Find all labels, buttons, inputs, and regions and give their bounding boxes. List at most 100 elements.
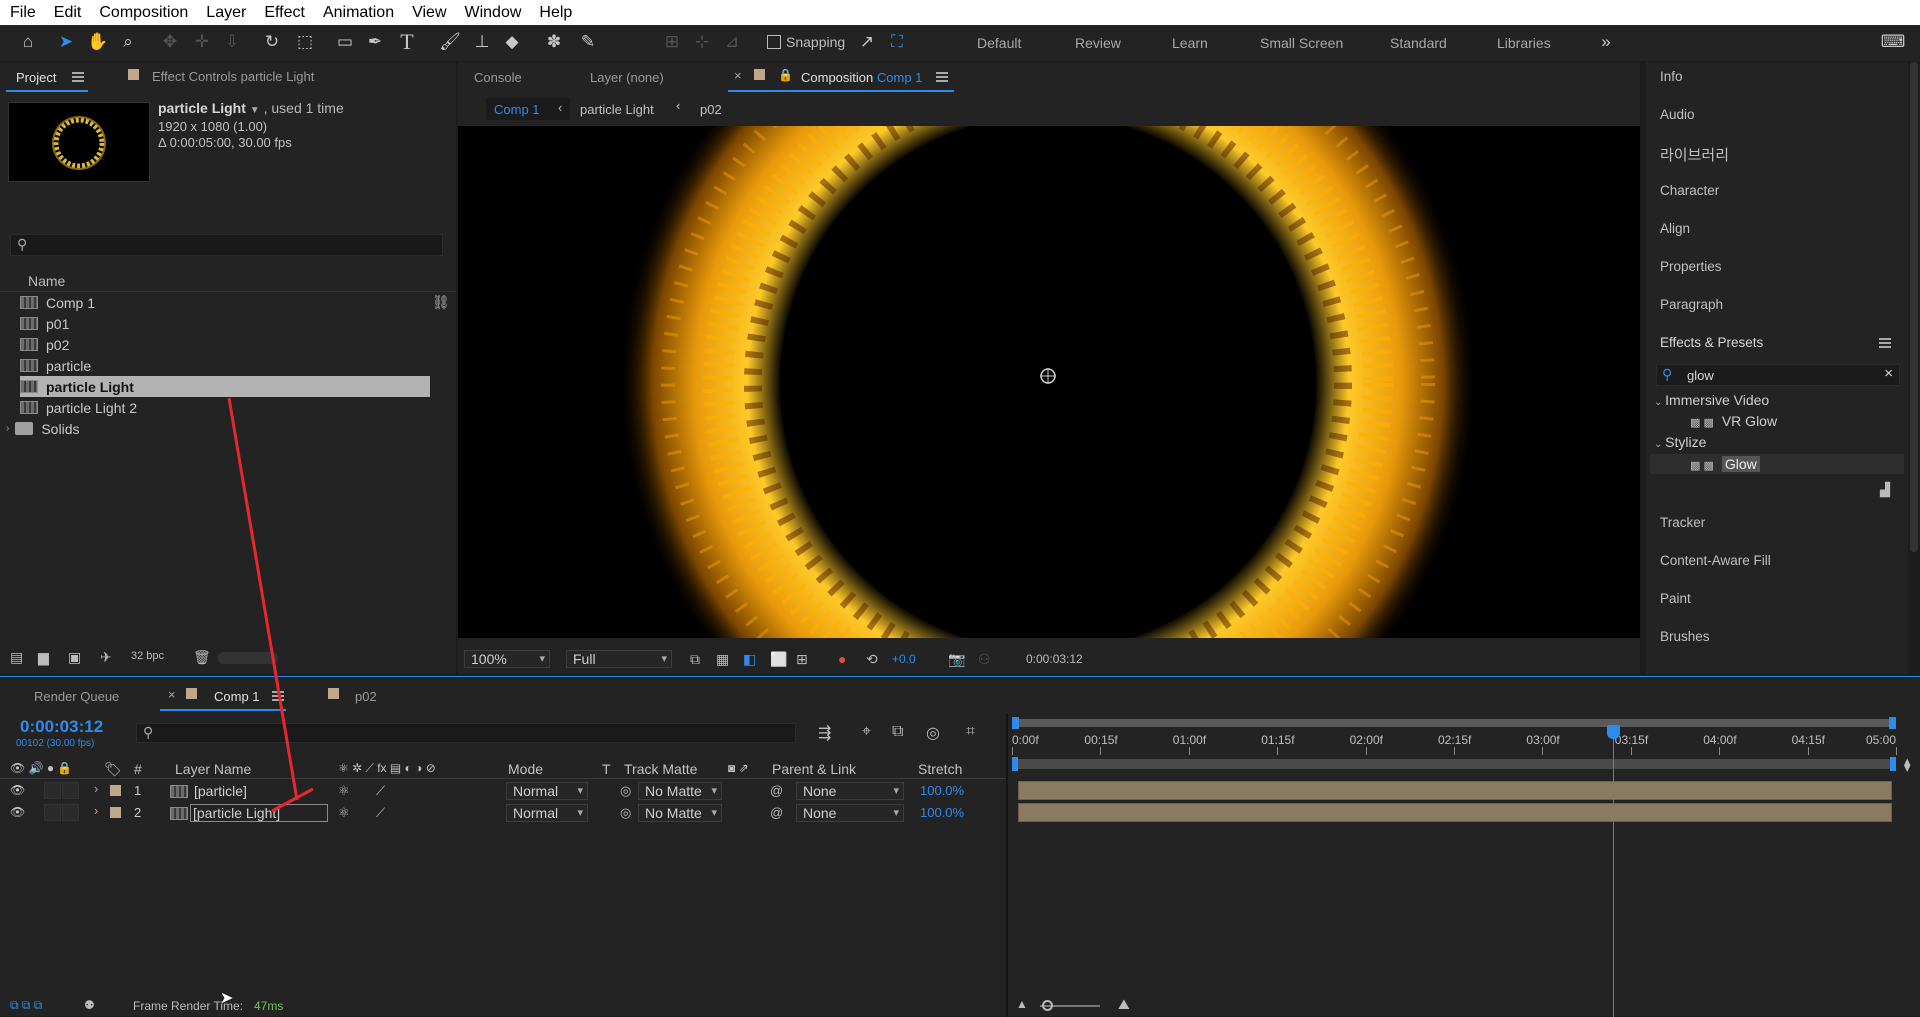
work-area-bar[interactable] <box>1012 719 1896 727</box>
menu-help[interactable]: Help <box>530 4 581 22</box>
menu-window[interactable]: Window <box>456 4 531 22</box>
transparency-grid-icon[interactable]: ▦ <box>716 651 729 668</box>
parent-pickwhip-icon[interactable]: @ <box>770 783 783 798</box>
resolution-dropdown[interactable]: Full <box>566 650 672 668</box>
audio-panel-tab[interactable]: Audio <box>1660 107 1900 122</box>
matte-link-icon[interactable]: ◎ <box>620 783 631 799</box>
parent-pickwhip-icon[interactable]: @ <box>770 805 783 820</box>
thumbnail-slider[interactable] <box>218 652 278 664</box>
effects-presets-title[interactable]: Effects & Presets <box>1660 335 1900 350</box>
zoom-tool-icon[interactable]: ⌕ <box>118 32 138 52</box>
pan-tool-icon[interactable]: ✛ <box>192 32 212 52</box>
exposure-value[interactable]: +0.0 <box>892 652 916 666</box>
matte-link-icon[interactable]: ◎ <box>620 805 631 821</box>
menu-edit[interactable]: Edit <box>45 4 91 22</box>
table-row[interactable]: 👁 › 2 [particle Light] ⚛ ⟋ Normal ◎ No M… <box>0 803 1008 823</box>
home-icon[interactable]: ⌂ <box>18 32 38 52</box>
timeline-zoom-handle[interactable] <box>1042 1000 1053 1011</box>
layer-2-clip-bar[interactable] <box>1018 803 1892 822</box>
right-panel-scrollbar[interactable] <box>1910 62 1918 552</box>
layer-label-swatch[interactable] <box>110 785 121 796</box>
effect-glow[interactable]: ▩ ▩ Glow <box>1690 456 1760 472</box>
col-layer-name[interactable]: Layer Name <box>175 761 251 777</box>
layer-name[interactable]: [particle Light] <box>190 804 328 822</box>
work-area-start-handle[interactable] <box>1012 717 1019 729</box>
audio-switch[interactable] <box>44 782 61 799</box>
fast-previews-icon[interactable]: ⧉ <box>690 651 700 668</box>
timeline-timecode[interactable]: 0:00:03:12 <box>20 717 103 737</box>
show-snapshot-icon[interactable]: ⚇ <box>978 651 991 668</box>
project-item-solids[interactable]: › Solids <box>6 418 416 439</box>
menu-file[interactable]: File <box>0 4 45 22</box>
timeline-p02-tab[interactable]: p02 <box>355 689 377 704</box>
project-column-name[interactable]: Name <box>28 273 65 289</box>
region-of-interest-icon[interactable]: ⬜ <box>770 651 787 668</box>
layer-mode-dropdown[interactable]: Normal <box>506 804 588 822</box>
project-item-p02[interactable]: p02 <box>20 334 430 355</box>
zoom-out-icon[interactable]: ▲ <box>1016 997 1028 1011</box>
graph-editor-icon[interactable]: ⌗ <box>966 723 975 741</box>
menu-layer[interactable]: Layer <box>197 4 255 22</box>
type-tool-icon[interactable]: T <box>397 29 417 54</box>
draft-3d-icon[interactable]: ⌖ <box>862 723 871 741</box>
reset-exposure-icon[interactable]: ⟲ <box>866 651 878 668</box>
libraries-panel-tab[interactable]: 라이브러리 <box>1660 144 1900 165</box>
quality-switch-icon[interactable]: ⟋ <box>376 783 385 799</box>
timeline-panel-menu-icon[interactable] <box>272 691 284 701</box>
align-panel-tab[interactable]: Align <box>1660 221 1900 236</box>
expand-layer-icon[interactable]: › <box>94 803 98 818</box>
align-icon-2[interactable]: ⊹ <box>692 32 712 52</box>
clear-search-icon[interactable]: × <box>1884 365 1893 382</box>
orbit-tool-icon[interactable]: ✥ <box>160 32 180 52</box>
visibility-eye-icon[interactable]: 👁 <box>10 805 25 819</box>
zoom-dropdown[interactable]: 100% <box>464 650 550 668</box>
workspace-review[interactable]: Review <box>1075 35 1121 51</box>
effects-panel-menu-icon[interactable] <box>1879 338 1891 348</box>
shy-layers-icon[interactable]: ⧉ <box>892 723 903 741</box>
workspace-learn[interactable]: Learn <box>1172 35 1208 51</box>
render-time-icon[interactable]: ⚉ <box>84 998 95 1012</box>
breadcrumb-particle-light[interactable]: particle Light <box>580 102 654 117</box>
paint-panel-tab[interactable]: Paint <box>1660 591 1900 606</box>
range-end-handle[interactable] <box>1890 757 1896 771</box>
flowchart-icon[interactable]: ⛓ <box>432 294 450 311</box>
hand-tool-icon[interactable]: ✋ <box>87 32 108 52</box>
close-comp-tab-icon[interactable]: × <box>734 68 742 83</box>
project-item-comp1[interactable]: Comp 1 <box>20 292 430 313</box>
time-ruler[interactable]: 0:00f 00:15f 01:00f 01:15f 02:00f 02:15f 03:00… <box>1012 729 1897 755</box>
timeline-comp1-tab[interactable]: Comp 1 <box>214 689 260 704</box>
breadcrumb-comp1[interactable]: Comp 1 ‹ <box>486 98 570 120</box>
quality-switch-icon[interactable]: ⟋ <box>376 805 385 821</box>
selected-item-dropdown-icon[interactable]: ▼ <box>250 105 260 116</box>
range-start-handle[interactable] <box>1012 757 1018 771</box>
workspace-menu-icon[interactable]: ⌨ <box>1880 32 1906 52</box>
align-icon-3[interactable]: ⊿ <box>722 32 742 52</box>
layer-label-swatch[interactable] <box>110 807 121 818</box>
project-item-particle[interactable]: particle <box>20 355 430 376</box>
clone-stamp-icon[interactable]: ⊥ <box>472 32 492 52</box>
playhead-handle[interactable] <box>1607 725 1621 739</box>
solo-switch[interactable] <box>62 782 79 799</box>
workspace-small-screen[interactable]: Small Screen <box>1260 35 1343 51</box>
menu-composition[interactable]: Composition <box>90 4 197 22</box>
menu-view[interactable]: View <box>403 4 455 22</box>
effect-glow-row[interactable] <box>1650 454 1904 474</box>
trash-icon[interactable]: 🗑 <box>193 649 211 666</box>
track-matte-dropdown[interactable]: No Matte <box>638 782 722 800</box>
project-item-particle-light-2[interactable]: particle Light 2 <box>20 397 430 418</box>
snapping-checkbox[interactable] <box>767 35 781 49</box>
project-item-p01[interactable]: p01 <box>20 313 430 334</box>
frame-blending-icon[interactable]: ◎ <box>926 723 940 743</box>
toggle-switches-icon[interactable]: ⧉ ⧉ ⧉ <box>10 998 42 1013</box>
pen-tool-icon[interactable]: ✒ <box>365 32 385 52</box>
current-time-indicator[interactable] <box>1607 725 1621 1017</box>
lock-icon[interactable]: 🔒 <box>778 68 793 82</box>
table-row[interactable]: 👁 › 1 [particle] ⚛ ⟋ Normal ◎ No Matte @… <box>0 781 1008 801</box>
menu-animation[interactable]: Animation <box>314 4 403 22</box>
layer-tab[interactable]: Layer (none) <box>590 70 664 85</box>
parent-dropdown[interactable]: None <box>796 782 904 800</box>
console-tab[interactable]: Console <box>474 70 522 85</box>
more-workspaces-icon[interactable]: » <box>1596 32 1616 52</box>
character-panel-tab[interactable]: Character <box>1660 183 1900 198</box>
collapse-switch-icon[interactable]: ⚛ <box>338 805 350 821</box>
